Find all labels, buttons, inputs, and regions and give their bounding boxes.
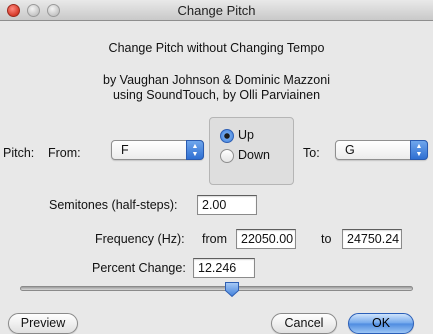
frequency-to-input[interactable]: 24750.24 <box>342 229 402 249</box>
frequency-to-label: to <box>321 232 332 246</box>
credits-line-2: using SoundTouch, by Olli Parviainen <box>112 88 321 102</box>
down-radio-label: Down <box>238 148 270 162</box>
percent-change-slider-thumb[interactable] <box>224 281 240 298</box>
down-radio[interactable] <box>220 149 234 163</box>
frequency-label: Frequency (Hz): <box>95 232 185 246</box>
credits-line-1: by Vaughan Johnson & Dominic Mazzoni <box>103 73 330 87</box>
title-bar: Change Pitch <box>0 0 433 21</box>
frequency-from-label: from <box>202 232 227 246</box>
from-pitch-label: From: <box>48 146 81 160</box>
to-pitch-label: To: <box>303 146 320 160</box>
preview-button[interactable]: Preview <box>8 313 78 334</box>
pitch-label: Pitch: <box>3 146 35 160</box>
up-radio-label: Up <box>238 128 254 142</box>
cancel-button[interactable]: Cancel <box>271 313 337 334</box>
ok-button[interactable]: OK <box>348 313 414 334</box>
to-pitch-value: G <box>345 143 355 157</box>
semitones-input[interactable]: 2.00 <box>197 195 257 215</box>
window-title: Change Pitch <box>177 3 256 18</box>
dialog-heading: Change Pitch without Changing Tempo <box>108 41 325 55</box>
popup-arrows-icon: ▲ ▼ <box>186 140 204 160</box>
up-radio[interactable] <box>220 129 234 143</box>
semitones-label: Semitones (half-steps): <box>49 198 178 212</box>
percent-change-label: Percent Change: <box>92 261 186 275</box>
popup-arrows-icon: ▲ ▼ <box>410 140 428 160</box>
to-pitch-select[interactable]: G ▲ ▼ <box>335 140 428 160</box>
from-pitch-select[interactable]: F ▲ ▼ <box>111 140 204 160</box>
percent-change-slider-track[interactable] <box>20 286 413 291</box>
from-pitch-value: F <box>121 143 129 157</box>
direction-group: Up Down <box>209 117 294 185</box>
percent-change-input[interactable]: 12.246 <box>193 258 255 278</box>
frequency-from-input[interactable]: 22050.00 <box>236 229 296 249</box>
